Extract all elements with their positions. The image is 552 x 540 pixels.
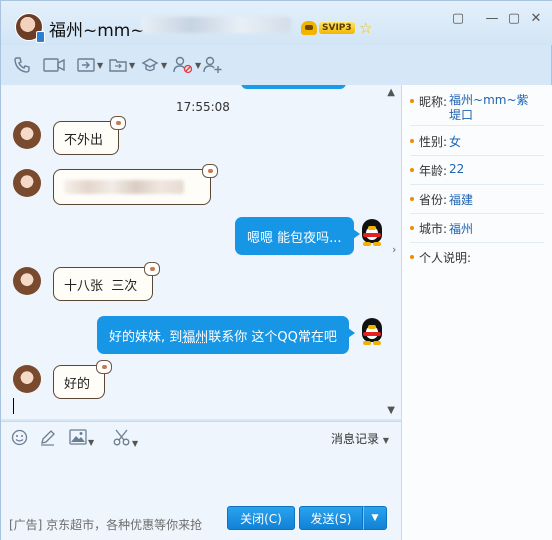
title-bar[interactable]: 福州~mm~ SVIP3 ☆ ▢ — ▢ ✕	[1, 1, 552, 45]
star-icon[interactable]: ☆	[359, 19, 372, 37]
chevron-down-icon[interactable]: ▼	[88, 438, 94, 447]
contact-message-avatar[interactable]	[13, 169, 41, 197]
message-timestamp: 17:55:08	[176, 100, 230, 114]
message-input[interactable]	[1, 453, 401, 503]
remote-assist-icon[interactable]: ▼	[141, 53, 167, 77]
bullet-icon	[410, 255, 414, 259]
scroll-down-icon[interactable]: ▼	[387, 405, 395, 416]
profile-row-bio: 个人说明:	[410, 249, 473, 266]
skin-icon[interactable]: ▢	[449, 11, 467, 26]
bullet-icon	[410, 168, 414, 172]
message-text: 不外出	[64, 132, 104, 148]
message-history-button[interactable]: 消息记录 ▼	[331, 430, 389, 447]
divider	[410, 184, 544, 185]
add-friend-icon[interactable]	[203, 53, 223, 77]
emoji-icon[interactable]	[11, 429, 28, 450]
message-text: 嗯嗯 能包夜吗...	[247, 230, 342, 246]
message-text-after: 联系你 这个QQ常在吧	[208, 329, 337, 345]
file-transfer-icon[interactable]: ▼	[109, 53, 135, 77]
screenshot-scissors-icon[interactable]: ▼	[113, 429, 138, 450]
location-link[interactable]: 福州	[182, 326, 208, 345]
vip-crown-icon	[301, 21, 317, 35]
divider	[410, 155, 544, 156]
outgoing-message[interactable]: 好的妹妹, 到 福州 联系你 这个QQ常在吧	[97, 316, 355, 354]
bullet-icon	[410, 139, 414, 143]
contact-name[interactable]: 福州~mm~	[49, 16, 145, 41]
bubble-decoration-icon	[202, 164, 218, 178]
bubble-decoration-icon	[144, 262, 160, 276]
profile-key: 城市:	[419, 222, 448, 236]
message-list[interactable]: ▲ 17:55:08 不外出 嗯嗯 能包夜吗... 十八张 三次 好的妹妹, 到…	[1, 85, 401, 419]
chevron-down-icon: ▼	[382, 436, 389, 445]
profile-row-nickname: 昵称: 福州~mm~紫堤口	[410, 93, 546, 123]
blurred-title-text	[141, 17, 291, 33]
bubble-decoration-icon	[96, 360, 112, 374]
profile-value[interactable]: 福州~mm~紫堤口	[449, 93, 529, 123]
block-user-icon[interactable]: ▼	[173, 53, 201, 77]
profile-key: 省份:	[419, 193, 448, 207]
outgoing-message[interactable]: 嗯嗯 能包夜吗...	[235, 217, 360, 255]
profile-key: 昵称:	[419, 95, 448, 109]
image-icon[interactable]: ▼	[69, 429, 94, 449]
scroll-up-icon[interactable]: ▲	[387, 87, 395, 98]
profile-panel: 昵称: 福州~mm~紫堤口 性别: 女 年龄: 22 省份: 福建 城市: 福州	[401, 85, 552, 540]
profile-key: 个人说明:	[419, 251, 472, 265]
maximize-icon[interactable]: ▢	[505, 11, 523, 26]
close-icon[interactable]: ✕	[527, 11, 545, 26]
previous-message-bubble	[241, 85, 346, 89]
chevron-down-icon[interactable]: ▼	[129, 61, 135, 70]
chevron-down-icon[interactable]: ▼	[195, 61, 201, 70]
qq-penguin-avatar[interactable]	[358, 217, 386, 247]
chevron-down-icon[interactable]: ▼	[97, 61, 103, 70]
incoming-message[interactable]	[53, 164, 218, 205]
incoming-message[interactable]: 不外出	[53, 116, 126, 155]
video-call-icon[interactable]	[43, 53, 65, 77]
incoming-message[interactable]: 十八张 三次	[53, 262, 160, 301]
profile-row-province: 省份: 福建	[410, 191, 473, 208]
handwriting-icon[interactable]	[39, 429, 56, 450]
blurred-message-text	[64, 180, 184, 194]
minimize-icon[interactable]: —	[483, 11, 501, 26]
vip-badge[interactable]: SVIP3	[301, 21, 355, 35]
contact-message-avatar[interactable]	[13, 267, 41, 295]
divider	[410, 213, 544, 214]
bullet-icon	[410, 197, 414, 201]
send-button[interactable]: 发送(S)	[299, 506, 363, 530]
profile-value: 22	[449, 162, 465, 176]
mobile-device-icon	[36, 31, 45, 43]
divider	[410, 242, 544, 243]
panel-toggle-icon[interactable]: ›	[392, 243, 396, 256]
message-history-label: 消息记录	[331, 432, 380, 446]
bubble-decoration-icon	[110, 116, 126, 130]
bullet-icon	[410, 226, 414, 230]
screen-share-icon[interactable]: ▼	[77, 53, 103, 77]
vip-label: SVIP3	[319, 22, 355, 34]
profile-key: 年龄:	[419, 164, 448, 178]
contact-avatar[interactable]	[15, 13, 45, 43]
profile-value: 女	[449, 135, 462, 149]
profile-value: 福州	[449, 222, 474, 236]
message-text: 十八张 三次	[64, 278, 138, 294]
message-text: 好的	[64, 376, 91, 392]
profile-row-age: 年龄: 22	[410, 162, 464, 179]
chevron-down-icon[interactable]: ▼	[132, 439, 138, 448]
profile-value: 福建	[449, 193, 474, 207]
ad-link[interactable]: [广告] 京东超市，各种优惠等你来抢	[9, 516, 202, 533]
profile-row-city: 城市: 福州	[410, 220, 473, 237]
close-button[interactable]: 关闭(C)	[227, 506, 295, 530]
chevron-down-icon[interactable]: ▼	[161, 61, 167, 70]
contact-message-avatar[interactable]	[13, 365, 41, 393]
bullet-icon	[410, 99, 414, 103]
chat-window: 福州~mm~ SVIP3 ☆ ▢ — ▢ ✕ ▼ ▼ ▼ ▼ ▲ 17:55:0…	[0, 0, 552, 540]
profile-key: 性别:	[419, 135, 448, 149]
contact-message-avatar[interactable]	[13, 121, 41, 149]
send-options-chevron-icon[interactable]: ▼	[363, 506, 387, 530]
text-cursor	[13, 398, 14, 414]
message-text-before: 好的妹妹, 到	[109, 329, 183, 345]
incoming-message[interactable]: 好的	[53, 360, 112, 399]
qq-penguin-avatar[interactable]	[358, 316, 386, 346]
profile-row-gender: 性别: 女	[410, 133, 461, 150]
voice-call-icon[interactable]	[13, 53, 31, 77]
divider	[410, 125, 544, 126]
